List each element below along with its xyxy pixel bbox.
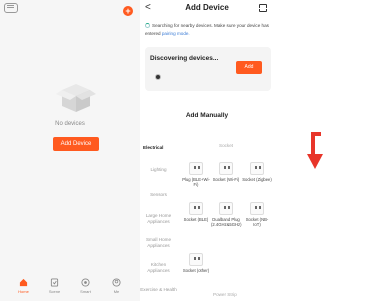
socket-icon [250, 162, 264, 175]
discovered-add-button[interactable]: Add [236, 61, 262, 74]
me-icon [112, 278, 121, 287]
home-menu-icon[interactable] [4, 3, 18, 13]
subcategory-power-strip: Power Strip [213, 292, 237, 297]
product-name: Socket (Wi-Fi) [212, 177, 240, 182]
discovering-card: Discovering devices... Add [145, 47, 271, 91]
product-socket-nb-iot[interactable]: Socket (NB-IoT) [242, 202, 272, 227]
add-manually-heading: Add Manually [185, 112, 229, 119]
product-socket-zigbee[interactable]: Socket (Zigbee) [242, 162, 272, 182]
category-item-lighting[interactable]: Lighting [140, 167, 177, 173]
category-item-kitchen-appliances[interactable]: Kitchen Appliances [140, 262, 177, 274]
home-screen: + No devices Add Device Home Scene Smart… [0, 0, 140, 301]
home-icon [19, 278, 28, 287]
smart-icon [81, 278, 90, 287]
bottom-tab-bar: Home Scene Smart Me [0, 276, 140, 301]
socket-icon [219, 162, 233, 175]
tab-label: Home [18, 289, 29, 294]
down-arrow-icon [307, 132, 323, 169]
loading-spinner-icon [145, 23, 150, 28]
category-item-large-home-appliances[interactable]: Large Home Appliances [140, 213, 177, 225]
empty-box-icon [56, 84, 96, 112]
category-item-sensors[interactable]: Sensors [140, 192, 177, 198]
socket-icon [189, 202, 203, 215]
product-dualband-plug[interactable]: Dualband Plug (2.4GHz&5GHz) [211, 202, 241, 227]
product-name: Socket (BLE) [183, 217, 209, 222]
discovering-title: Discovering devices... [150, 55, 219, 62]
tab-scene[interactable]: Scene [45, 276, 65, 301]
search-status: Searching for nearby devices. Make sure … [145, 22, 271, 38]
product-name: Socket (Zigbee) [242, 177, 272, 182]
plug-icon [219, 202, 233, 215]
tab-home[interactable]: Home [14, 276, 34, 301]
plug-icon [189, 162, 203, 175]
product-name: Socket (other) [182, 268, 210, 273]
product-socket-ble[interactable]: Socket (BLE) [181, 202, 211, 222]
product-name: Plug (BLE+Wi-Fi) [182, 177, 210, 187]
product-socket-other[interactable]: Socket (other) [181, 253, 211, 273]
tab-label: Me [113, 289, 120, 294]
pairing-mode-link[interactable]: pairing mode. [162, 31, 190, 36]
empty-state-label: No devices [55, 121, 85, 127]
subcategory-header: Socket [219, 143, 234, 148]
tab-smart[interactable]: Smart [76, 276, 96, 301]
add-device-button[interactable]: Add Device [53, 137, 99, 151]
add-device-screen: < Add Device Searching for nearby device… [140, 0, 274, 301]
socket-icon [250, 202, 264, 215]
tab-label: Scene [48, 289, 61, 294]
discovered-device-icon[interactable] [155, 74, 161, 80]
page-title: Add Device [185, 3, 229, 12]
product-name: Dualband Plug (2.4GHz&5GHz) [211, 217, 242, 227]
socket-icon [189, 253, 203, 266]
scan-icon[interactable] [259, 4, 267, 12]
product-socket-wifi[interactable]: Socket (Wi-Fi) [211, 162, 241, 182]
add-plus-button[interactable]: + [123, 6, 133, 16]
product-plug-ble-wifi[interactable]: Plug (BLE+Wi-Fi) [181, 162, 211, 187]
scene-icon [50, 278, 59, 287]
category-item-electrical[interactable]: Electrical [140, 145, 177, 151]
tab-me[interactable]: Me [107, 276, 127, 301]
tab-label: Smart [80, 289, 91, 294]
category-item-exercise-health[interactable]: Exercise & Health [140, 287, 177, 293]
product-name: Socket (NB-IoT) [245, 217, 269, 227]
category-item-small-home-appliances[interactable]: Small Home Appliances [140, 237, 177, 249]
